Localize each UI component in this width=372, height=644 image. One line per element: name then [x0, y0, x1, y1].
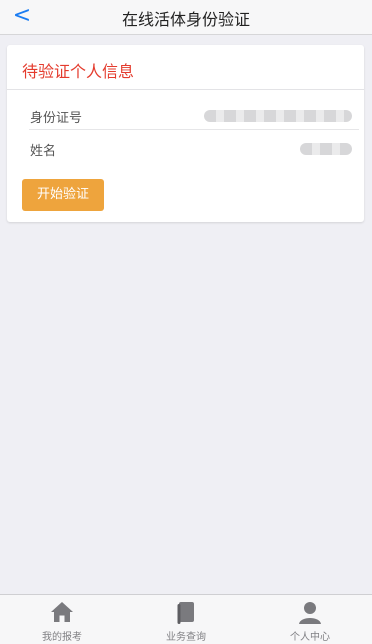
info-card: 待验证个人信息 身份证号 姓名 开始验证 [7, 45, 364, 222]
name-value-redacted [300, 143, 352, 155]
nav-bar: < 在线活体身份验证 [0, 0, 372, 35]
id-number-value-redacted [204, 110, 352, 122]
page-title: 在线活体身份验证 [121, 10, 250, 29]
id-number-row: 身份证号 [22, 103, 358, 129]
home-icon [50, 601, 74, 627]
name-row: 姓名 [22, 136, 358, 162]
tab-my-exams[interactable]: 我的报考 [0, 595, 124, 644]
tab-label: 我的报考 [42, 632, 82, 643]
tab-label: 业务查询 [166, 632, 206, 643]
start-verify-button[interactable]: 开始验证 [22, 179, 104, 211]
card-title: 待验证个人信息 [22, 62, 135, 81]
tab-personal-center[interactable]: 个人中心 [248, 595, 372, 644]
tab-bar: 我的报考 业务查询 个人中心 [0, 594, 372, 644]
tab-label: 个人中心 [290, 632, 330, 643]
book-icon [176, 601, 196, 629]
person-icon [298, 601, 322, 629]
id-number-label: 身份证号 [30, 111, 83, 126]
name-label: 姓名 [30, 144, 57, 159]
tab-business-query[interactable]: 业务查询 [124, 595, 248, 644]
card-divider [7, 89, 364, 90]
row-divider [29, 129, 359, 130]
